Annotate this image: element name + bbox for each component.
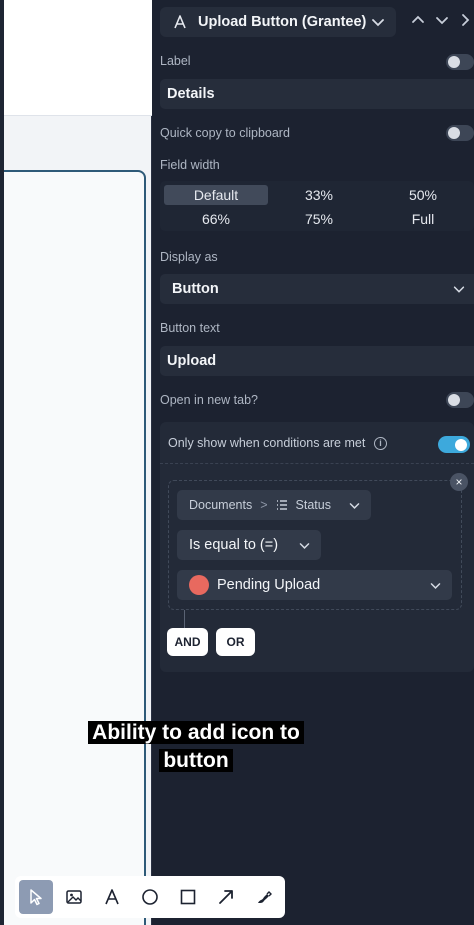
- label-heading: Label: [160, 54, 191, 68]
- condition-operator-select[interactable]: Is equal to (=): [177, 530, 321, 560]
- arrow-icon[interactable]: [209, 880, 243, 914]
- panel-header: Upload Button (Grantee): [152, 0, 474, 44]
- condition-operator: Is equal to (=): [189, 537, 279, 553]
- next-icon[interactable]: [458, 12, 474, 28]
- and-button[interactable]: AND: [167, 628, 208, 656]
- chevron-down-nav-icon[interactable]: [434, 12, 450, 28]
- width-option-33[interactable]: 33%: [267, 185, 371, 205]
- button-text-label: Button text: [160, 321, 220, 335]
- condition-value: Pending Upload: [217, 577, 321, 593]
- open-new-tab-label: Open in new tab?: [160, 393, 258, 407]
- canvas-area: [0, 0, 152, 925]
- width-option-50[interactable]: 50%: [371, 185, 474, 205]
- condition-source: Documents: [189, 498, 253, 512]
- list-icon: [276, 500, 287, 510]
- image-icon[interactable]: [57, 880, 91, 914]
- chevron-up-icon[interactable]: [410, 12, 426, 28]
- width-option-75[interactable]: 75%: [267, 209, 371, 229]
- breadcrumb-separator: >: [260, 498, 268, 512]
- width-option-full[interactable]: Full: [371, 209, 474, 229]
- chevron-down-icon: [349, 502, 360, 509]
- info-icon[interactable]: i: [374, 437, 387, 450]
- quick-copy-toggle[interactable]: [446, 125, 474, 141]
- field-width-label: Field width: [160, 158, 220, 172]
- condition-field-select[interactable]: Documents > Status: [177, 490, 371, 520]
- close-icon[interactable]: ×: [450, 473, 468, 491]
- field-select[interactable]: Upload Button (Grantee): [160, 7, 396, 37]
- open-new-tab-toggle[interactable]: [446, 392, 474, 408]
- label-toggle[interactable]: [446, 54, 474, 70]
- display-as-label: Display as: [160, 250, 218, 264]
- app-root: Upload Button (Grantee) Label Details Qu…: [0, 0, 474, 925]
- width-option-default[interactable]: Default: [164, 185, 268, 205]
- width-option-66[interactable]: 66%: [164, 209, 268, 229]
- chevron-down-icon: [430, 582, 441, 589]
- caption-line-1: Ability to add icon to: [88, 721, 304, 744]
- pen-icon[interactable]: [247, 880, 281, 914]
- ellipse-icon[interactable]: [133, 880, 167, 914]
- status-color-dot: [189, 575, 209, 595]
- conditions-header: Only show when conditions are met i: [160, 422, 474, 464]
- chevron-down-icon: [299, 542, 310, 549]
- display-as-value: Button: [172, 281, 219, 297]
- annotation-toolbar: [15, 876, 285, 918]
- canvas-card[interactable]: [4, 170, 146, 925]
- rectangle-icon[interactable]: [171, 880, 205, 914]
- text-icon[interactable]: [95, 880, 129, 914]
- display-as-select[interactable]: Button: [160, 274, 474, 304]
- field-select-title: Upload Button (Grantee): [198, 14, 367, 30]
- label-input[interactable]: Details: [160, 79, 474, 109]
- canvas-header-area: [4, 0, 152, 116]
- chevron-down-icon: [372, 19, 384, 27]
- video-caption: Ability to add icon to button: [76, 719, 316, 775]
- or-button[interactable]: OR: [216, 628, 255, 656]
- quick-copy-label: Quick copy to clipboard: [160, 126, 290, 140]
- pointer-icon[interactable]: [19, 880, 53, 914]
- text-field-icon: [172, 14, 188, 30]
- chevron-down-icon: [453, 286, 465, 293]
- button-text-input[interactable]: Upload: [160, 346, 474, 376]
- caption-line-2: button: [159, 749, 233, 772]
- condition-value-select[interactable]: Pending Upload: [177, 570, 452, 600]
- field-width-selector: Default 33% 50% 66% 75% Full: [160, 181, 474, 231]
- connector-line: [184, 610, 185, 628]
- condition-field: Status: [295, 498, 331, 512]
- conditions-label: Only show when conditions are met: [168, 436, 366, 450]
- conditions-toggle[interactable]: [438, 436, 470, 453]
